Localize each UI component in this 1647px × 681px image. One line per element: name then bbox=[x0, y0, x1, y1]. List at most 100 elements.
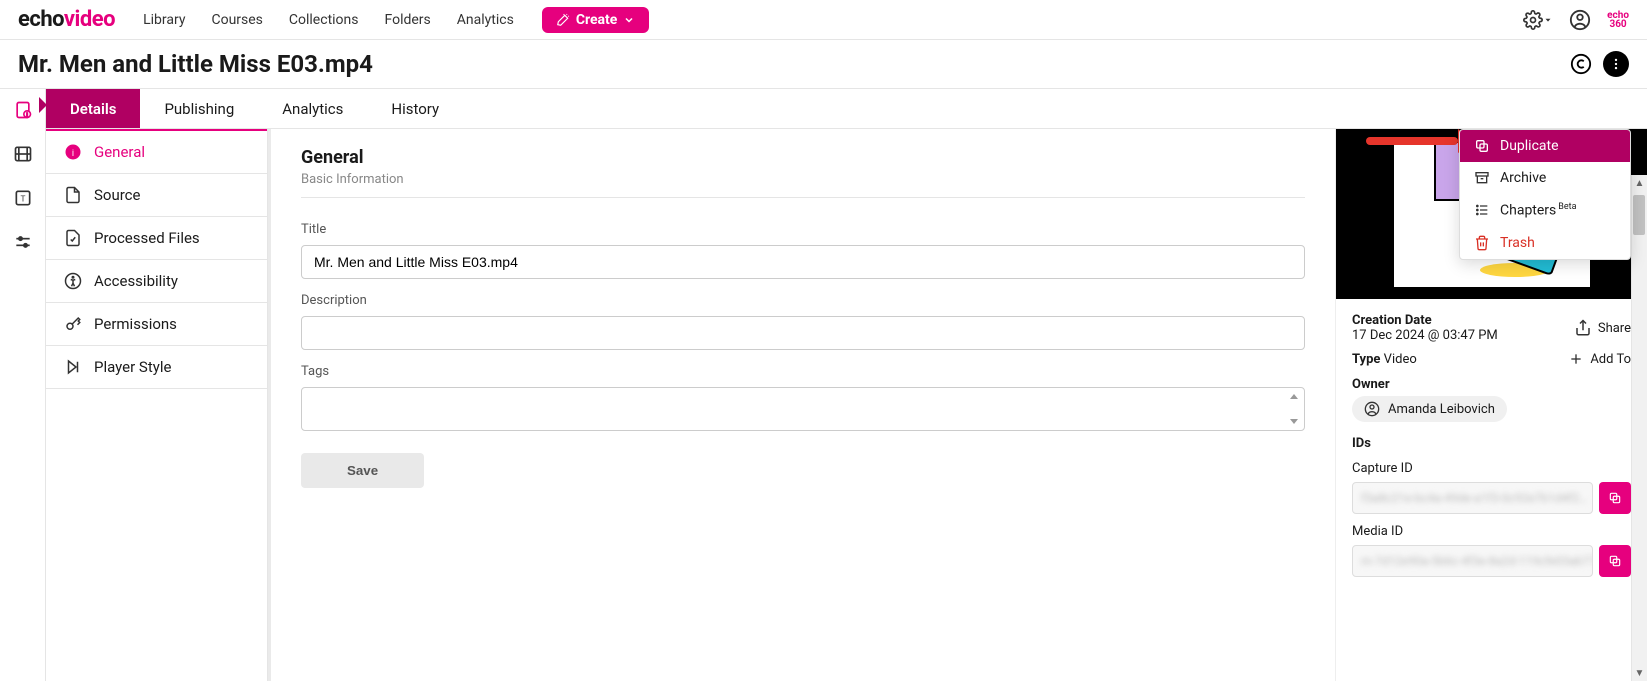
copyright-icon bbox=[1570, 53, 1592, 75]
svg-text:i: i bbox=[72, 149, 74, 159]
copyright-button[interactable] bbox=[1569, 52, 1593, 76]
kebab-icon bbox=[1609, 57, 1623, 71]
tab-history[interactable]: History bbox=[367, 89, 463, 128]
subnav-source[interactable]: Source bbox=[46, 174, 267, 217]
subnav-general[interactable]: i General bbox=[46, 129, 267, 174]
form-subheading: Basic Information bbox=[301, 172, 1305, 187]
archive-icon bbox=[1474, 170, 1490, 186]
tab-publishing[interactable]: Publishing bbox=[140, 89, 258, 128]
menu-duplicate-label: Duplicate bbox=[1500, 138, 1559, 154]
description-label: Description bbox=[301, 293, 1305, 308]
video-thumbnail[interactable]: Duplicate Archive ChaptersBeta Tras bbox=[1336, 129, 1647, 299]
description-input[interactable] bbox=[301, 316, 1305, 350]
subnav-player[interactable]: Player Style bbox=[46, 346, 267, 389]
subnav-processed-label: Processed Files bbox=[94, 229, 200, 247]
nav-courses[interactable]: Courses bbox=[211, 12, 262, 28]
share-button[interactable]: Share bbox=[1574, 319, 1631, 337]
logo[interactable]: echovideo bbox=[18, 7, 115, 32]
menu-duplicate[interactable]: Duplicate bbox=[1460, 130, 1630, 162]
gear-icon bbox=[1523, 10, 1543, 30]
menu-trash[interactable]: Trash bbox=[1460, 227, 1630, 259]
scroll-up-arrow[interactable]: ▲ bbox=[1632, 175, 1647, 191]
copy-icon bbox=[1474, 138, 1490, 154]
add-to-button[interactable]: Add To bbox=[1568, 351, 1631, 367]
capture-id-label: Capture ID bbox=[1352, 461, 1631, 476]
capture-id-field[interactable]: f3a8c21e-bc4a-49de-a1f3-0c92e7b1d4f2… bbox=[1352, 482, 1593, 514]
owner-chip[interactable]: Amanda Leibovich bbox=[1352, 396, 1507, 422]
copy-media-id-button[interactable] bbox=[1599, 545, 1631, 577]
subnav-permissions[interactable]: Permissions bbox=[46, 303, 267, 346]
file-icon bbox=[64, 186, 82, 204]
subnav-accessibility-label: Accessibility bbox=[94, 272, 178, 290]
account-button[interactable] bbox=[1569, 9, 1591, 31]
type-value: Video bbox=[1384, 352, 1417, 367]
title-label: Title bbox=[301, 222, 1305, 237]
svg-text:i: i bbox=[26, 113, 27, 119]
left-rail: i T bbox=[0, 89, 46, 681]
chevron-down-icon bbox=[623, 14, 635, 26]
scroll-thumb[interactable] bbox=[1633, 195, 1645, 235]
general-form: General Basic Information Title Descript… bbox=[268, 129, 1335, 681]
menu-chapters-label: ChaptersBeta bbox=[1500, 202, 1577, 219]
file-check-icon bbox=[64, 229, 82, 247]
menu-archive-label: Archive bbox=[1500, 170, 1546, 186]
nav-collections[interactable]: Collections bbox=[289, 12, 359, 28]
vertical-scrollbar[interactable]: ▲ ▼ bbox=[1631, 175, 1647, 681]
type-label: Type bbox=[1352, 352, 1380, 367]
logo-suffix: video bbox=[64, 7, 115, 32]
svg-text:T: T bbox=[20, 194, 25, 204]
create-label: Create bbox=[576, 12, 618, 28]
nav-library[interactable]: Library bbox=[143, 12, 185, 28]
settings-dropdown[interactable] bbox=[1523, 10, 1553, 30]
detail-tabs: Details Publishing Analytics History bbox=[46, 89, 1647, 129]
menu-chapters[interactable]: ChaptersBeta bbox=[1460, 194, 1630, 227]
tab-details[interactable]: Details bbox=[46, 89, 140, 128]
tags-label: Tags bbox=[301, 364, 1305, 379]
copy-icon bbox=[1608, 554, 1622, 568]
info-icon: i bbox=[64, 143, 82, 161]
rail-media-details[interactable]: i bbox=[12, 99, 34, 121]
media-id-label: Media ID bbox=[1352, 524, 1631, 539]
top-nav: Library Courses Collections Folders Anal… bbox=[143, 12, 514, 28]
copy-capture-id-button[interactable] bbox=[1599, 482, 1631, 514]
title-input[interactable] bbox=[301, 245, 1305, 279]
chapters-icon bbox=[1474, 202, 1490, 218]
share-icon bbox=[1574, 319, 1592, 337]
user-circle-icon bbox=[1569, 9, 1591, 31]
details-subnav: i General Source Processed Files Accessi… bbox=[46, 129, 268, 681]
key-icon bbox=[64, 315, 82, 333]
scroll-down-arrow[interactable]: ▼ bbox=[1632, 665, 1647, 681]
more-actions-menu: Duplicate Archive ChaptersBeta Tras bbox=[1459, 129, 1631, 260]
wand-icon bbox=[556, 13, 570, 27]
media-id-field[interactable]: m-7d12e90a-5b6c-4f3e-8a2d-119cfe03ab77… bbox=[1352, 545, 1593, 577]
player-icon bbox=[64, 358, 82, 376]
owner-label: Owner bbox=[1352, 377, 1631, 392]
tags-input[interactable] bbox=[301, 387, 1305, 431]
rail-video[interactable] bbox=[12, 143, 34, 165]
rail-transcript[interactable]: T bbox=[12, 187, 34, 209]
copy-icon bbox=[1608, 491, 1622, 505]
film-icon bbox=[13, 144, 33, 164]
tab-analytics[interactable]: Analytics bbox=[258, 89, 367, 128]
subnav-accessibility[interactable]: Accessibility bbox=[46, 260, 267, 303]
plus-icon bbox=[1568, 351, 1584, 367]
share-label: Share bbox=[1598, 321, 1631, 336]
more-actions-button[interactable] bbox=[1603, 51, 1629, 77]
create-button[interactable]: Create bbox=[542, 7, 650, 33]
subnav-source-label: Source bbox=[94, 186, 140, 204]
form-heading: General bbox=[301, 147, 1305, 168]
accessibility-icon bbox=[64, 272, 82, 290]
menu-trash-label: Trash bbox=[1500, 235, 1535, 251]
creation-date-value: 17 Dec 2024 @ 03:47 PM bbox=[1352, 328, 1498, 343]
creation-date-label: Creation Date bbox=[1352, 313, 1498, 328]
nav-analytics[interactable]: Analytics bbox=[457, 12, 514, 28]
nav-folders[interactable]: Folders bbox=[385, 12, 431, 28]
caret-down-icon bbox=[1543, 15, 1553, 25]
brand-mini-logo[interactable]: echo 360 bbox=[1607, 11, 1629, 29]
menu-archive[interactable]: Archive bbox=[1460, 162, 1630, 194]
beta-badge: Beta bbox=[1558, 202, 1576, 212]
rail-settings[interactable] bbox=[12, 231, 34, 253]
subnav-general-label: General bbox=[94, 143, 145, 161]
save-button[interactable]: Save bbox=[301, 453, 424, 488]
subnav-processed[interactable]: Processed Files bbox=[46, 217, 267, 260]
